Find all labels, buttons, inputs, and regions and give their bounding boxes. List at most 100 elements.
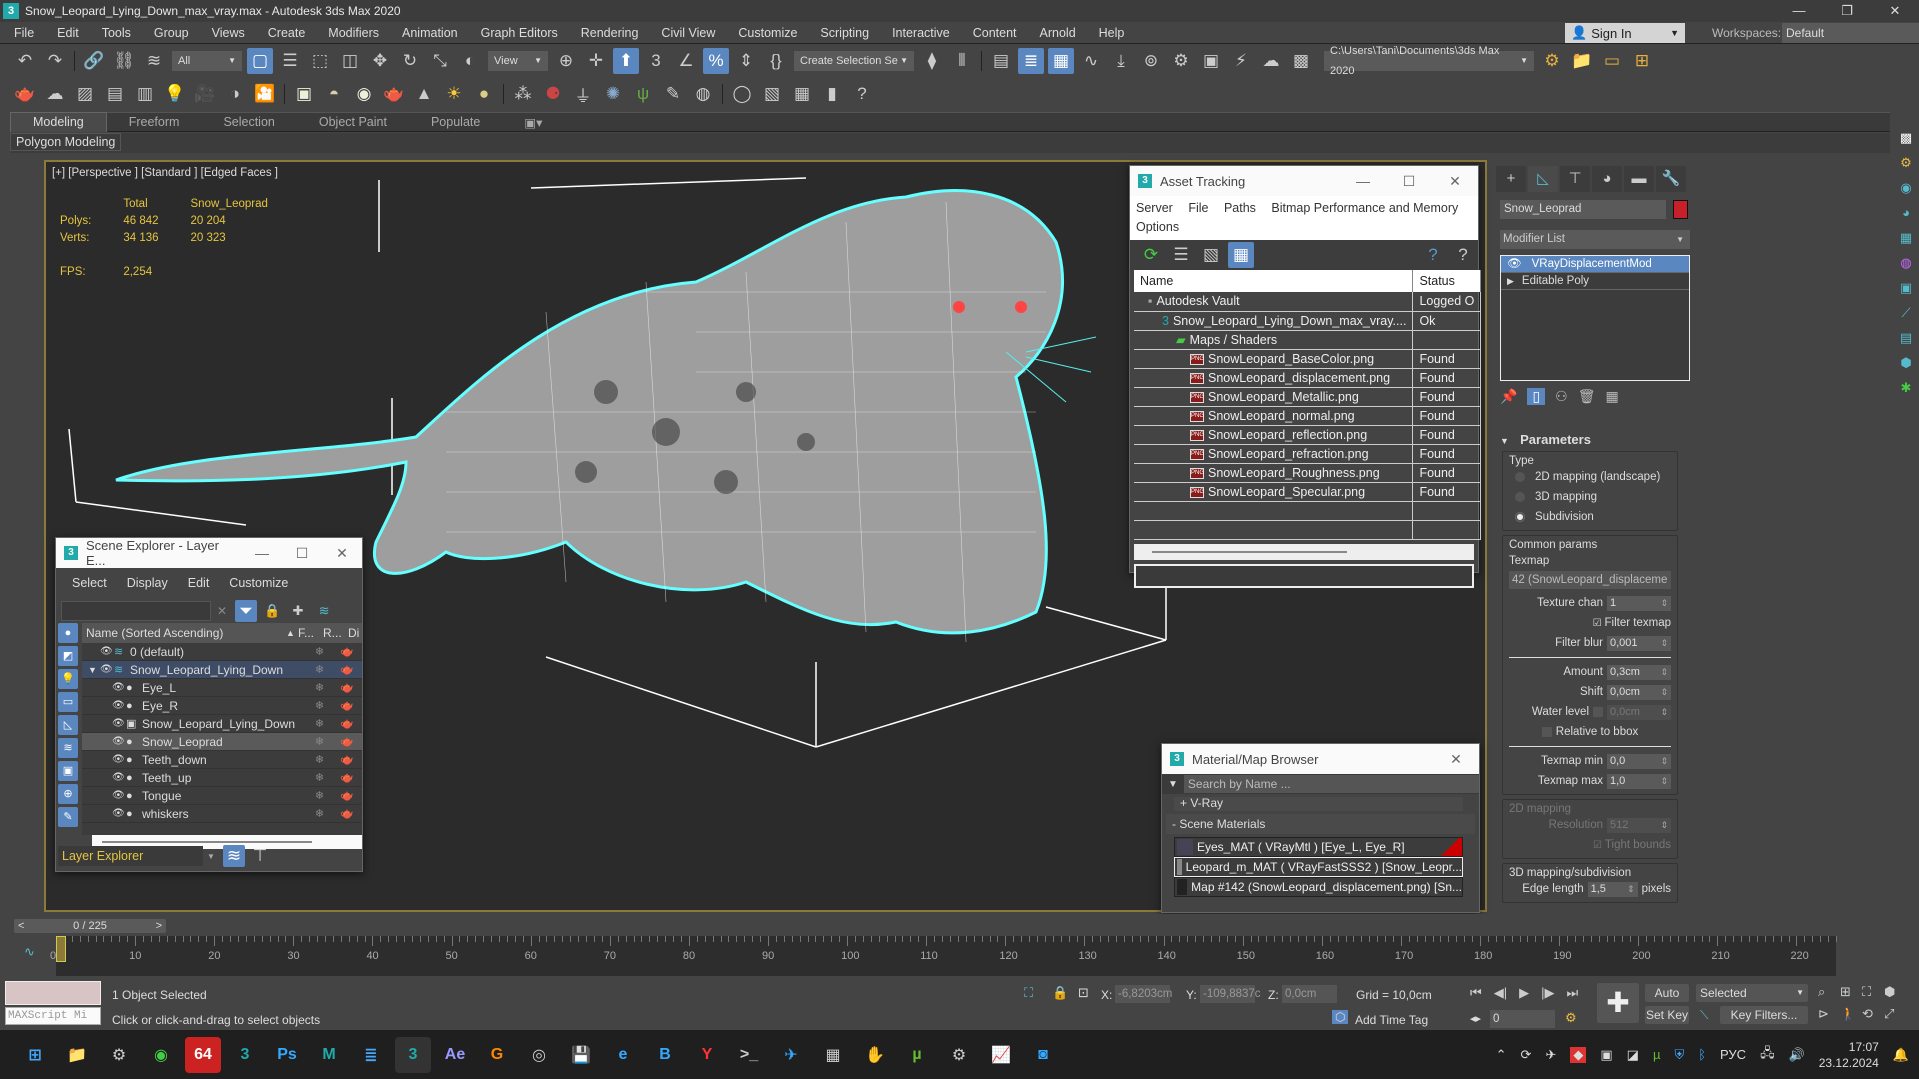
taskbar-g-app-icon[interactable]: G — [479, 1037, 515, 1073]
vray-cone-icon[interactable]: ▲ — [411, 81, 437, 107]
percent-snap-icon[interactable]: % — [703, 48, 729, 74]
visibility-eye-icon[interactable]: 👁 — [112, 772, 126, 783]
vray-ies-icon[interactable]: 🫖 — [381, 81, 407, 107]
menu-animation[interactable]: Animation — [388, 26, 467, 40]
vray-material-icon[interactable]: ◯ — [729, 81, 755, 107]
configure-modifier-sets-icon[interactable]: ▦ — [1606, 388, 1619, 405]
ribbon-tab-selection[interactable]: Selection — [201, 115, 296, 129]
vray-bug-icon[interactable]: ✱ — [1896, 380, 1916, 400]
asset-row[interactable]: 3 Snow_Leopard_Lying_Down_max_vray.... Ok — [1134, 311, 1482, 331]
redo-icon[interactable]: ↷ — [42, 48, 68, 74]
next-frame-button[interactable]: > — [156, 919, 162, 933]
vr-camera-icon[interactable]: 🎦 — [252, 81, 278, 107]
remove-modifier-icon[interactable]: 🗑 — [1578, 388, 1596, 405]
placement-icon[interactable]: ◐ — [457, 48, 483, 74]
asset-path-field[interactable] — [1134, 563, 1474, 588]
vray-sphere-fade-icon[interactable]: ⚈ — [540, 81, 566, 107]
freeze-toggle-icon[interactable]: ❄ — [307, 699, 332, 712]
xrefs-filter-icon[interactable]: ⊕ — [58, 784, 78, 804]
menu-modifiers[interactable]: Modifiers — [314, 26, 388, 40]
asset-row[interactable]: ▰ Maps / Shaders — [1134, 330, 1482, 350]
taskbar-edge-icon[interactable]: e — [605, 1037, 641, 1073]
sort-by-layer-icon[interactable]: ≋ — [223, 845, 245, 867]
renderable-toggle-icon[interactable]: 🫖 — [332, 735, 362, 748]
network-monitor-icon[interactable]: ▣ — [1600, 1047, 1612, 1063]
volume-icon[interactable]: 🔊 — [1789, 1047, 1805, 1063]
app-tray-icon[interactable]: ◆ — [1570, 1046, 1587, 1063]
freeze-toggle-icon[interactable]: ❄ — [307, 807, 332, 820]
spacewarps-filter-icon[interactable]: ≋ — [58, 738, 78, 758]
taskbar-chrome-icon[interactable]: ◉ — [143, 1037, 179, 1073]
x-coordinate-field[interactable]: -6,8203cm — [1115, 985, 1172, 1003]
layer-explorer-icon[interactable]: ≣ — [1018, 48, 1044, 74]
layers-icon[interactable]: ≋ — [313, 600, 335, 622]
menu-display[interactable]: Display — [127, 576, 168, 590]
scene-tree-row[interactable]: 👁 ● Snow_Leoprad ❄ 🫖 — [82, 733, 362, 751]
vray-render-icon[interactable]: ▦ — [789, 81, 815, 107]
vray-plane-icon[interactable]: ⏚ — [570, 81, 596, 107]
add-time-tag[interactable]: Add Time Tag — [1355, 1013, 1428, 1027]
object-color-swatch[interactable] — [1673, 200, 1688, 219]
menu-help[interactable]: Help — [1085, 26, 1134, 40]
make-unique-icon[interactable]: ⚇ — [1555, 388, 1568, 405]
vray-fur-icon[interactable]: ✺ — [600, 81, 626, 107]
auto-key-button[interactable]: Auto Key — [1645, 984, 1689, 1018]
refresh-icon[interactable]: ⟳ — [1138, 242, 1164, 268]
freeze-toggle-icon[interactable]: ❄ — [307, 789, 332, 802]
orbit-icon[interactable]: ⟲ — [1862, 1006, 1884, 1022]
vray-decal-icon[interactable]: ✎ — [660, 81, 686, 107]
clear-search-icon[interactable]: ✕ — [217, 604, 227, 618]
panel-icon[interactable]: ▤ — [102, 81, 128, 107]
asset-row[interactable]: PNG SnowLeopard_BaseColor.png Found — [1134, 349, 1482, 369]
physical-camera-icon[interactable]: ◑ — [222, 81, 248, 107]
select-by-name-icon[interactable]: ☰ — [277, 48, 303, 74]
go-to-start-icon[interactable]: ⏮ — [1470, 985, 1482, 1001]
time-configuration-icon[interactable]: ⚙ — [1565, 1010, 1577, 1026]
utilities-tab-icon[interactable]: 🔧 — [1656, 166, 1686, 192]
window-crossing-icon[interactable]: ◫ — [337, 48, 363, 74]
go-to-end-icon[interactable]: ⏭ — [1566, 985, 1578, 1001]
sync-icon[interactable]: ⟳ — [1521, 1047, 1532, 1063]
menu-select[interactable]: Select — [72, 576, 107, 590]
taskbar-save-app-icon[interactable]: 💾 — [563, 1037, 599, 1073]
vray-proxy-icon[interactable]: ⁂ — [510, 81, 536, 107]
filter-blur-spinner[interactable]: 0,001 — [1607, 635, 1671, 651]
selection-filter-select[interactable]: All ▼ — [172, 51, 242, 71]
ribbon-tab-object-paint[interactable]: Object Paint — [297, 115, 409, 129]
vray-grass-icon[interactable]: ψ — [630, 81, 656, 107]
gauge-icon[interactable]: ◪ — [1627, 1047, 1639, 1063]
add-layer-icon[interactable]: ✚ — [287, 600, 309, 622]
network-icon[interactable]: 🖧 — [1760, 1044, 1775, 1066]
material-editor-icon[interactable]: ⊚ — [1138, 48, 1164, 74]
selection-lock-icon[interactable]: 🔒 — [1052, 985, 1068, 1001]
pivot-icon[interactable]: ⊕ — [553, 48, 579, 74]
filter-icon[interactable]: ⏷ — [235, 600, 258, 622]
prev-frame-button[interactable]: < — [18, 919, 24, 933]
spinner-snap-icon[interactable]: ⇕ — [733, 48, 759, 74]
close-button[interactable]: ✕ — [1871, 0, 1919, 22]
taskbar-maya-icon[interactable]: M — [311, 1037, 347, 1073]
project-structure-icon[interactable]: ▭ — [1599, 48, 1625, 74]
visibility-eye-icon[interactable]: 👁 — [112, 808, 126, 819]
clock[interactable]: 17:07 23.12.2024 — [1819, 1039, 1879, 1071]
render-setup-icon[interactable]: ⚙ — [1168, 48, 1194, 74]
prev-key-icon[interactable]: ◀| — [1494, 985, 1507, 1001]
list-view-icon[interactable]: ☰ — [1168, 242, 1194, 268]
asset-row[interactable]: PNG SnowLeopard_Roughness.png Found — [1134, 463, 1482, 483]
vray-light-plane-icon[interactable]: ▣ — [291, 81, 317, 107]
scene-materials-header[interactable]: - Scene Materials — [1166, 814, 1475, 834]
vray-toon-icon[interactable]: ◍ — [690, 81, 716, 107]
project-folder-icon[interactable]: 📁 — [1569, 48, 1595, 74]
asset-row[interactable]: PNG SnowLeopard_normal.png Found — [1134, 406, 1482, 426]
next-key-icon[interactable]: |▶ — [1541, 985, 1554, 1001]
taskbar-settings-icon[interactable]: ⚙ — [941, 1037, 977, 1073]
explorer-type-select[interactable]: Layer Explorer — [58, 846, 203, 866]
taskbar-terminal-icon[interactable]: >_ — [731, 1037, 767, 1073]
menu-rendering[interactable]: Rendering — [567, 26, 648, 40]
taskbar-utorrent-icon[interactable]: µ — [899, 1037, 935, 1073]
taskbar-photoshop-icon[interactable]: Ps — [269, 1037, 305, 1073]
scene-tree-row[interactable]: 👁 ● Teeth_up ❄ 🫖 — [82, 769, 362, 787]
vray-list-icon[interactable]: ▤ — [1896, 330, 1916, 350]
vray-log-icon[interactable]: ▮ — [819, 81, 845, 107]
vray-vfb-icon[interactable]: ▧ — [759, 81, 785, 107]
